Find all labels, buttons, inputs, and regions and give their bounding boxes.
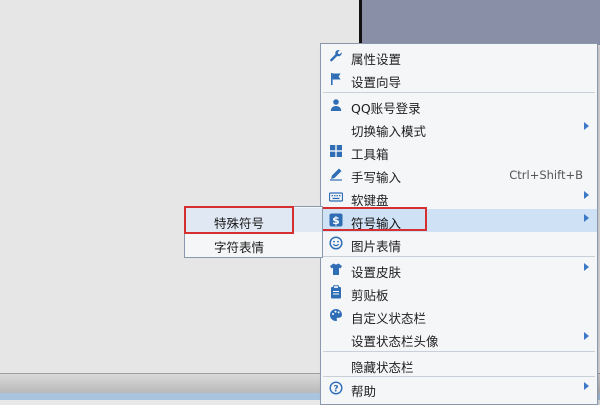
- menu-item-set-skin[interactable]: 设置皮肤: [321, 258, 597, 281]
- symbol-input-submenu: 特殊符号 字符表情: [184, 206, 323, 258]
- menu-item-help[interactable]: ? 帮助: [321, 377, 597, 400]
- user-icon: [329, 98, 343, 112]
- wrench-icon: [329, 49, 343, 63]
- submenu-arrow-icon: [584, 382, 589, 390]
- dollar-icon: $: [329, 213, 343, 227]
- smiley-icon: [329, 236, 343, 250]
- submenu-arrow-icon: [584, 263, 589, 271]
- keyboard-icon: [329, 190, 343, 204]
- submenu-arrow-icon: [584, 332, 589, 340]
- menu-item-toolbox[interactable]: 工具箱: [321, 140, 597, 163]
- submenu-item-special-symbols[interactable]: 特殊符号: [185, 208, 322, 232]
- menu-item-handwriting[interactable]: 手写输入 Ctrl+Shift+B: [321, 163, 597, 186]
- flag-icon: [329, 72, 343, 86]
- submenu-item-text-emoticons[interactable]: 字符表情: [185, 232, 322, 256]
- pen-icon: [329, 167, 343, 181]
- clipboard-icon: [329, 285, 343, 299]
- menu-separator: [323, 256, 595, 257]
- menu-separator: [323, 92, 595, 93]
- menu-item-soft-keyboard[interactable]: 软键盘: [321, 186, 597, 209]
- menu-item-qq-login[interactable]: QQ账号登录: [321, 94, 597, 117]
- grid-icon: [329, 144, 343, 158]
- help-icon: ?: [329, 381, 343, 395]
- submenu-arrow-icon: [584, 122, 589, 130]
- background-window: [359, 0, 600, 45]
- menu-separator: [323, 351, 595, 352]
- svg-text:$: $: [332, 214, 340, 227]
- palette-icon: [329, 308, 343, 322]
- menu-item-statusbar-avatar[interactable]: 设置状态栏头像: [321, 327, 597, 350]
- shortcut-text: Ctrl+Shift+B: [509, 168, 583, 182]
- menu-item-custom-statusbar[interactable]: 自定义状态栏: [321, 304, 597, 327]
- ime-context-menu: 属性设置 设置向导 QQ账号登录 切换输入模式 工具箱 手写输入 Ctrl+Sh…: [320, 43, 598, 405]
- submenu-arrow-icon: [584, 191, 589, 199]
- menu-item-switch-input-mode[interactable]: 切换输入模式: [321, 117, 597, 140]
- shirt-icon: [329, 262, 343, 276]
- submenu-arrow-icon: [584, 214, 589, 222]
- svg-text:?: ?: [333, 385, 338, 395]
- menu-item-setup-wizard[interactable]: 设置向导: [321, 68, 597, 91]
- menu-item-picture-emoji[interactable]: 图片表情: [321, 232, 597, 255]
- menu-item-properties[interactable]: 属性设置: [321, 45, 597, 68]
- menu-item-clipboard[interactable]: 剪贴板: [321, 281, 597, 304]
- menu-item-symbol-input[interactable]: $ 符号输入: [321, 209, 597, 232]
- menu-item-hide-statusbar[interactable]: 隐藏状态栏: [321, 353, 597, 376]
